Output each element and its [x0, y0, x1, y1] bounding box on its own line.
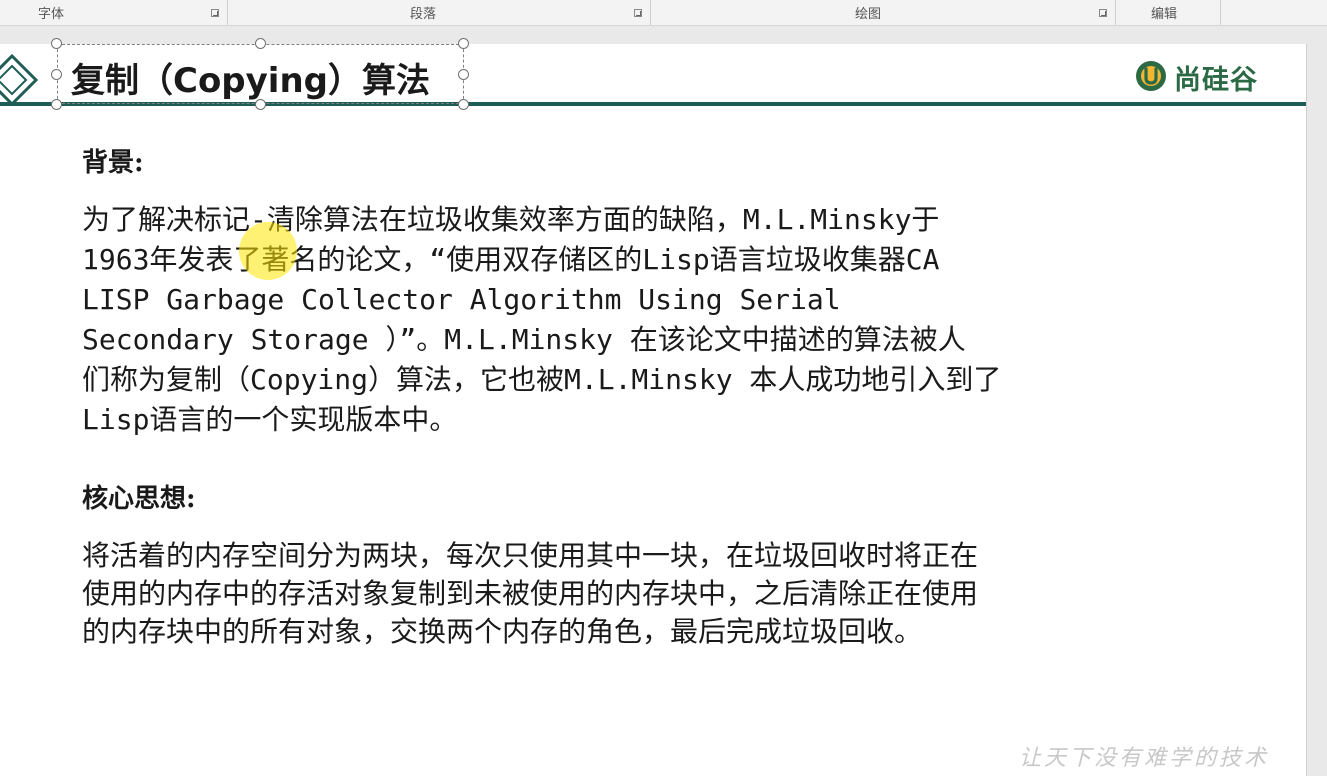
shangguigu-logo-icon: [1134, 59, 1168, 97]
diamond-decoration-icon: [0, 50, 42, 110]
watermark: 让天下没有难学的技术: [1018, 746, 1269, 771]
resize-handle-bottom-left[interactable]: [51, 99, 62, 110]
paragraph-line: 将活着的内存空间分为两块，每次只使用其中一块，在垃圾回收时将正在: [82, 539, 979, 572]
slide-canvas[interactable]: 复制（Copying）算法 尚硅谷 背景: 为了解决标记-清除算法在垃圾收集效率…: [0, 38, 1307, 776]
paragraph-dialog-launcher-icon[interactable]: [634, 9, 642, 17]
background-heading: 背景:: [82, 148, 144, 178]
resize-handle-top-center[interactable]: [255, 38, 266, 49]
ribbon-group-editing-label: 编辑: [1151, 7, 1178, 22]
font-dialog-launcher-icon[interactable]: [211, 9, 219, 17]
paragraph-line: LISP Garbage Collector Algorithm Using S…: [82, 283, 841, 316]
ribbon-group-editing: 编辑: [1115, 0, 1221, 25]
paragraph-line: 为了解决标记-清除算法在垃圾收集效率方面的缺陷，M.L.Minsky于: [82, 203, 940, 236]
paragraph-line: Lisp语言的一个实现版本中。: [82, 403, 458, 436]
ribbon-group-drawing: 绘图: [650, 0, 1116, 25]
cursor-highlight: [239, 222, 297, 280]
ribbon-group-paragraph-label: 段落: [410, 7, 437, 22]
resize-handle-middle-left[interactable]: [51, 69, 62, 80]
resize-handle-top-left[interactable]: [51, 38, 62, 49]
paragraph-line: 的内存块中的所有对象，交换两个内存的角色，最后完成垃圾回收。: [82, 615, 923, 648]
resize-handle-bottom-right[interactable]: [458, 99, 469, 110]
ribbon-group-paragraph: 段落: [227, 0, 651, 25]
ribbon-group-font: 字体: [0, 0, 228, 25]
core-idea-heading: 核心思想:: [82, 484, 196, 514]
resize-handle-middle-right[interactable]: [458, 69, 469, 80]
brand-logo: 尚硅谷: [1134, 58, 1258, 97]
core-idea-paragraph: 将活着的内存空间分为两块，每次只使用其中一块，在垃圾回收时将正在 使用的内存中的…: [82, 537, 978, 651]
resize-handle-top-right[interactable]: [458, 38, 469, 49]
paragraph-line: 使用的内存中的存活对象复制到未被使用的内存块中，之后清除正在使用: [82, 577, 979, 610]
paragraph-line: Secondary Storage ）”。M.L.Minsky 在该论文中描述的…: [82, 323, 966, 356]
drawing-dialog-launcher-icon[interactable]: [1099, 9, 1107, 17]
ribbon-group-font-label: 字体: [38, 7, 65, 22]
slide-title: 复制（Copying）算法: [71, 61, 431, 101]
logo-text: 尚硅谷: [1174, 65, 1258, 96]
ribbon-group-drawing-label: 绘图: [855, 7, 882, 22]
background-paragraph: 为了解决标记-清除算法在垃圾收集效率方面的缺陷，M.L.Minsky于 1963…: [82, 200, 1001, 440]
ribbon-group-labels: 字体 段落 绘图 编辑: [0, 0, 1327, 26]
paragraph-line: 们称为复制（Copying）算法，它也被M.L.Minsky 本人成功地引入到了: [82, 363, 1002, 396]
paragraph-line: 1963年发表了著名的论文，“使用双存储区的Lisp语言垃圾收集器CA: [82, 243, 940, 276]
